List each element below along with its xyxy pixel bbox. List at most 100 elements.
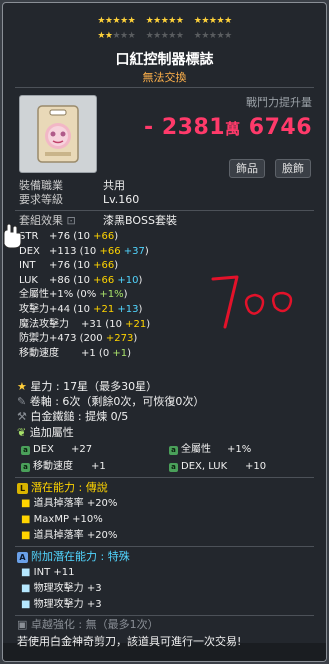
- bullet-icon: ■: [21, 599, 31, 610]
- special-badge-icon: A: [17, 552, 28, 563]
- divider: [15, 546, 314, 547]
- divider: [15, 87, 314, 88]
- added-stat-value: +10: [245, 461, 267, 472]
- star-group-3: ★★★★★: [193, 16, 232, 26]
- item-icon: [19, 95, 97, 173]
- footer-note: 若使用白金神奇剪刀，該道具可進行一次交易!: [17, 635, 242, 648]
- stat-base-value: 10: [77, 275, 90, 286]
- added-stat-3: a 移動速度 +1: [21, 460, 106, 473]
- starforce-row-1: ★★★★★ ★★★★★ ★★★★★: [3, 16, 326, 26]
- star-group-4-empty: ★★★: [112, 31, 136, 41]
- added-stat-name: 移動速度: [33, 461, 73, 472]
- potential-text: 道具掉落率 +20%: [33, 498, 118, 509]
- stat-bonus-value: +1: [112, 348, 128, 359]
- bullet-icon: ■: [21, 567, 31, 578]
- stat-total: +473 (200 +273): [49, 333, 138, 344]
- handwritten-scribble: [211, 275, 293, 329]
- star-group-2: ★★★★★: [145, 16, 184, 26]
- stat-total: +86 (10 +66 +10): [49, 275, 143, 286]
- additional-line-3: ■ 物理攻擊力 +3: [21, 598, 102, 611]
- combat-power-change: - 2381萬 6746: [144, 115, 312, 140]
- added-stat-name: DEX, LUK: [181, 461, 228, 472]
- scroll-line: ✎ 卷軸 : 6次（剩餘0次，可恢復0次）: [17, 395, 204, 408]
- stat-bonus-value: +13: [117, 304, 139, 315]
- bullet-icon: ■: [21, 498, 31, 509]
- power-value-small: 6746: [248, 115, 312, 140]
- stat-total-value: +44: [49, 304, 71, 315]
- star-group-4: ★★: [97, 31, 113, 41]
- stat-base-value: 10: [77, 231, 90, 242]
- stat-base-value: 200: [83, 333, 103, 344]
- potential-label: 潛在能力 : 傳說: [31, 481, 108, 494]
- stat-total-value: +113: [49, 246, 77, 257]
- additional-text: 物理攻擊力 +3: [33, 599, 102, 610]
- star-group-6: ★★★★★: [193, 31, 232, 41]
- face-accessory-tag-button[interactable]: 臉飾: [275, 159, 311, 178]
- added-stat-4: a DEX, LUK +10: [169, 460, 266, 473]
- stat-total-value: +1: [81, 348, 96, 359]
- level-value: Lv.160: [103, 193, 140, 206]
- added-stat-value: +1%: [227, 444, 252, 455]
- power-unit: 萬: [225, 120, 241, 138]
- job-row: 裝備職業 共用: [19, 179, 125, 192]
- power-label: 戰鬥力提升量: [246, 96, 312, 109]
- set-value: 漆黑BOSS套裝: [103, 214, 177, 227]
- additional-line-1: ■ INT +11: [21, 566, 74, 579]
- potential-text: MaxMP +10%: [33, 514, 103, 525]
- potential-header: L 潛在能力 : 傳說: [17, 481, 108, 494]
- power-value-big: 2381: [161, 115, 226, 140]
- set-label: 套組效果: [19, 214, 63, 227]
- hammer-icon: ⚒: [17, 410, 27, 423]
- additional-text: INT +11: [33, 567, 75, 578]
- added-stat-value: +27: [71, 444, 93, 455]
- stat-row: LUK +86 (10 +66 +10): [19, 274, 142, 287]
- stat-base-value: 10: [109, 319, 122, 330]
- star-icon: ★: [17, 380, 27, 393]
- item-tooltip: ★★★★★ ★★★★★ ★★★★★ ★★★★★ ★★★★★ ★★★★★ 口紅控制…: [2, 2, 327, 662]
- bullet-icon: ■: [21, 514, 31, 525]
- additional-potential-header: A 附加潛在能力 : 特殊: [17, 550, 130, 563]
- potential-line-2: ■ MaxMP +10%: [21, 513, 103, 526]
- platinum-text: 白金鐵鎚 : 提煉 0/5: [30, 410, 129, 423]
- level-row: 要求等級 Lv.160: [19, 193, 139, 206]
- exceptional-enhance-line: ▣ 卓越強化 : 無（最多1次）: [17, 618, 159, 631]
- stat-row: 魔法攻擊力 +31 (10 +21): [19, 318, 150, 331]
- scroll-text: 卷軸 : 6次（剩餘0次，可恢復0次）: [29, 395, 205, 408]
- platinum-line: ⚒ 白金鐵鎚 : 提煉 0/5: [17, 410, 128, 423]
- star-group-5: ★★★★★: [145, 31, 184, 41]
- added-stat-name: 全屬性: [181, 444, 211, 455]
- accessory-tag-button[interactable]: 飾品: [229, 159, 265, 178]
- stat-total-value: +76: [49, 260, 71, 271]
- stat-bonus-value: +66: [93, 275, 115, 286]
- stat-bonus-value: +21: [125, 319, 147, 330]
- stat-row: INT +76 (10 +66): [19, 259, 118, 272]
- stat-name: 魔法攻擊力: [19, 319, 69, 330]
- added-stat-icon: a: [169, 463, 178, 472]
- added-stat-icon: a: [169, 446, 178, 455]
- stat-total: +76 (10 +66): [49, 260, 119, 271]
- hand-cursor-icon: [3, 224, 22, 249]
- enhance-text: 卓越強化 : 無（最多1次）: [30, 618, 159, 631]
- stat-name: INT: [19, 260, 36, 271]
- stat-base-value: 10: [83, 246, 97, 257]
- lock-icon: ⊡: [66, 214, 76, 227]
- added-stats-header: ❦ 追加屬性: [17, 426, 74, 439]
- divider: [15, 210, 314, 211]
- added-stat-2: a 全屬性 +1%: [169, 443, 251, 456]
- job-value: 共用: [103, 179, 125, 192]
- enhance-icon: ▣: [17, 618, 28, 631]
- stat-bonus-value: +66: [93, 231, 115, 242]
- starforce-row-2: ★★★★★ ★★★★★ ★★★★★: [3, 31, 326, 41]
- starforce-line: ★ 星力 : 17星（最多30星）: [17, 380, 157, 393]
- stat-total: +1 (0 +1): [81, 348, 132, 359]
- added-stat-name: DEX: [33, 444, 54, 455]
- potential-line-3: ■ 道具掉落率 +20%: [21, 529, 117, 542]
- stat-name: LUK: [19, 275, 38, 286]
- job-label: 裝備職業: [19, 179, 63, 192]
- added-stat-1: a DEX +27: [21, 443, 92, 456]
- added-stat-icon: a: [21, 446, 30, 455]
- stat-name: 全屬性: [19, 289, 49, 300]
- added-stat-value: +1: [91, 461, 106, 472]
- potential-line-1: ■ 道具掉落率 +20%: [21, 497, 117, 510]
- divider: [15, 615, 314, 616]
